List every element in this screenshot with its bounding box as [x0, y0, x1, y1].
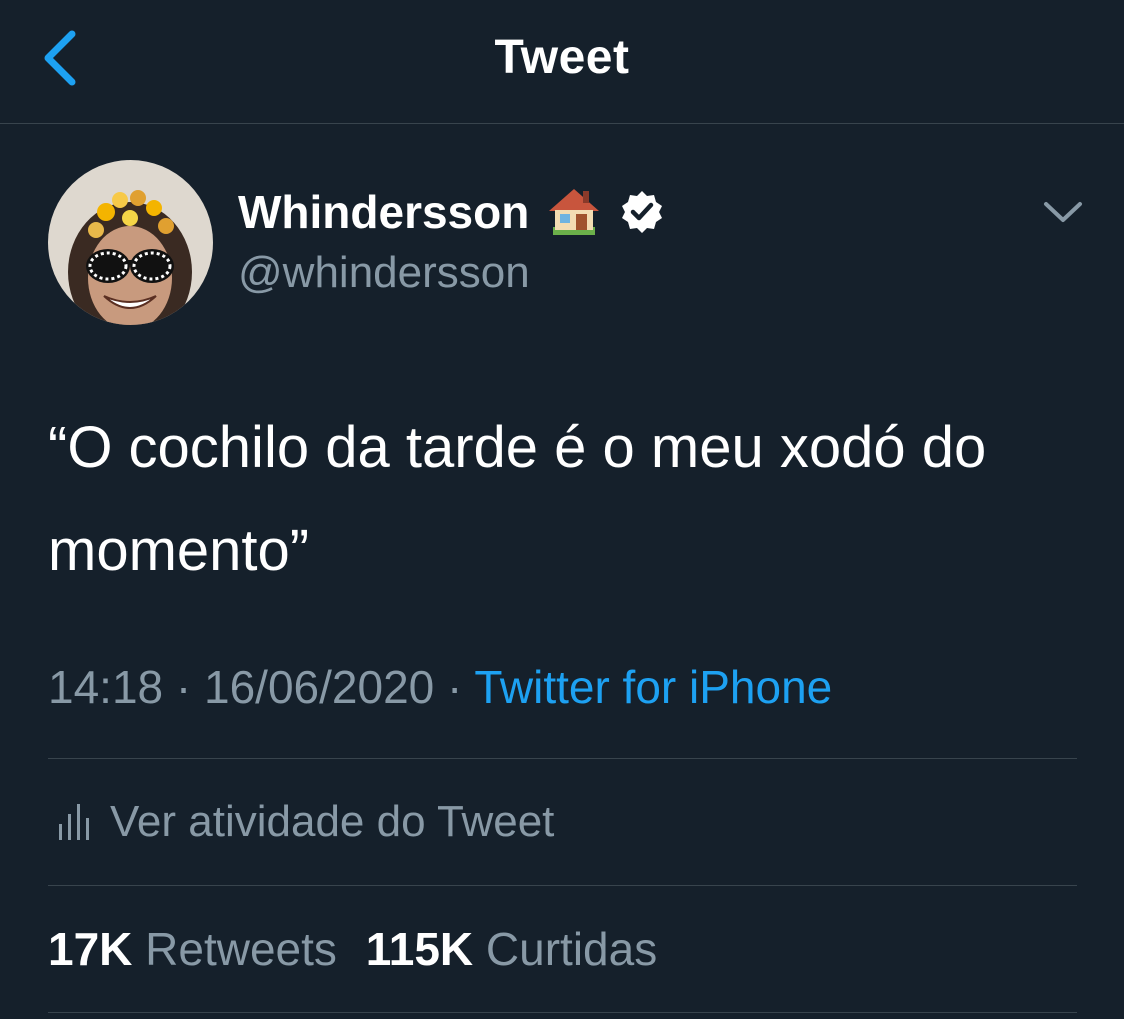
page-title: Tweet — [494, 31, 630, 84]
house-icon — [549, 189, 600, 235]
author-name-row[interactable]: Whindersson — [238, 182, 665, 242]
top-bar: Tweet — [0, 0, 1124, 124]
tweet-meta: 14:18 · 16/06/2020 · Twitter for iPhone — [48, 660, 832, 714]
verified-badge-icon — [622, 191, 663, 233]
bar-chart-icon — [59, 804, 89, 840]
divider — [48, 1012, 1077, 1013]
meta-separator: · — [447, 661, 463, 713]
likes-stat[interactable]: 115K Curtidas — [366, 923, 658, 975]
tweet-source-link[interactable]: Twitter for iPhone — [474, 661, 832, 713]
tweet-date: 16/06/2020 — [204, 661, 435, 713]
meta-separator: · — [175, 661, 192, 713]
tweet-stats: 17K Retweets 115K Curtidas — [48, 922, 657, 976]
tweet-activity-label: Ver atividade do Tweet — [110, 797, 555, 846]
retweets-count: 17K — [48, 923, 133, 975]
author-handle[interactable]: @whindersson — [238, 248, 530, 298]
retweets-stat[interactable]: 17K Retweets — [48, 923, 350, 975]
likes-label: Curtidas — [485, 923, 658, 975]
avatar[interactable] — [48, 160, 213, 325]
divider — [48, 885, 1077, 886]
retweets-label: Retweets — [145, 923, 337, 975]
divider — [48, 758, 1077, 759]
tweet-activity-link[interactable]: Ver atividade do Tweet — [56, 792, 554, 852]
chevron-down-icon — [1044, 202, 1082, 222]
tweet-text: “O cochilo da tarde é o meu xodó do mome… — [48, 415, 987, 583]
tweet-time: 14:18 — [48, 661, 164, 713]
more-options-button[interactable] — [1040, 192, 1086, 232]
avatar-image — [48, 160, 213, 325]
author-name: Whindersson — [238, 186, 530, 238]
likes-count: 115K — [365, 923, 474, 975]
